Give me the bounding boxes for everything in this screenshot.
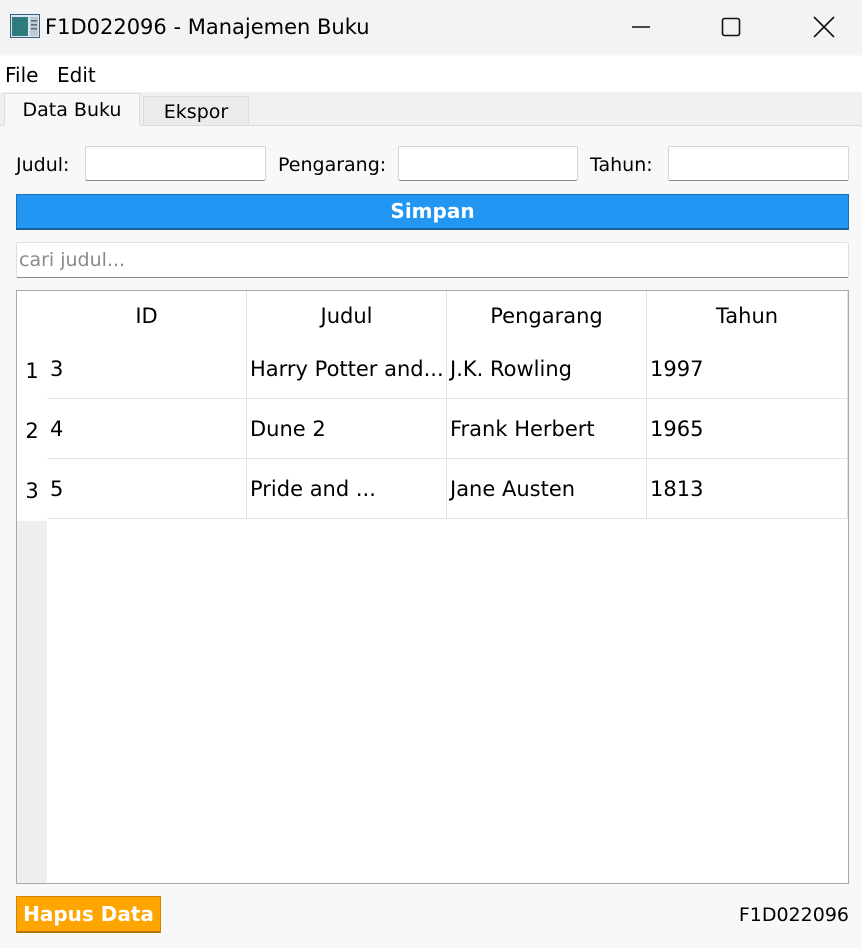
table-cell-pengarang[interactable]: Jane Austen [447,459,647,519]
save-button[interactable]: Simpan [16,194,849,230]
column-header-judul[interactable]: Judul [247,291,447,341]
column-header-id[interactable]: ID [47,291,247,341]
main-window: F1D022096 - Manajemen Buku File Edit Dat… [0,0,862,948]
menu-file[interactable]: File [5,62,38,88]
table-cell-id[interactable]: 5 [47,459,247,519]
delete-button[interactable]: Hapus Data [16,896,161,933]
table-cell-pengarang[interactable]: Frank Herbert [447,399,647,459]
tab-bar: Data Buku Ekspor [0,92,862,126]
table-cell-pengarang[interactable]: J.K. Rowling [447,339,647,399]
table-corner[interactable] [17,291,47,341]
maximize-icon [721,17,741,37]
status-id-label: F1D022096 [738,904,849,926]
tab-ekspor[interactable]: Ekspor [143,96,249,126]
minimize-button[interactable] [611,0,671,54]
menu-edit[interactable]: Edit [57,62,96,88]
menu-bar: File Edit [0,56,862,92]
row-header[interactable]: 1 [17,341,47,401]
window-title: F1D022096 - Manajemen Buku [45,15,370,39]
books-table[interactable]: ID Judul Pengarang Tahun 1 3 Harry Potte… [16,290,849,884]
table-cell-judul[interactable]: Harry Potter and... [247,339,447,399]
title-bar: F1D022096 - Manajemen Buku [0,0,862,54]
minimize-icon [632,26,650,28]
app-window-icon [10,14,40,38]
row-header[interactable]: 3 [17,461,47,521]
close-button[interactable] [794,0,854,54]
table-cell-judul[interactable]: Dune 2 [247,399,447,459]
pengarang-label: Pengarang: [278,154,387,176]
table-cell-id[interactable]: 3 [47,339,247,399]
tahun-input[interactable] [668,146,849,181]
tahun-label: Tahun: [590,154,653,176]
close-icon [813,16,835,38]
row-header[interactable]: 2 [17,401,47,461]
table-cell-id[interactable]: 4 [47,399,247,459]
pengarang-input[interactable] [398,146,578,181]
maximize-button[interactable] [701,0,761,54]
table-cell-tahun[interactable]: 1813 [647,459,848,519]
table-cell-tahun[interactable]: 1997 [647,339,848,399]
search-input[interactable] [16,242,849,278]
judul-input[interactable] [85,146,266,181]
table-cell-judul[interactable]: Pride and ... [247,459,447,519]
tab-data-buku[interactable]: Data Buku [4,93,140,126]
column-header-pengarang[interactable]: Pengarang [447,291,647,341]
table-cell-tahun[interactable]: 1965 [647,399,848,459]
column-header-tahun[interactable]: Tahun [647,291,848,341]
judul-label: Judul: [16,154,70,176]
